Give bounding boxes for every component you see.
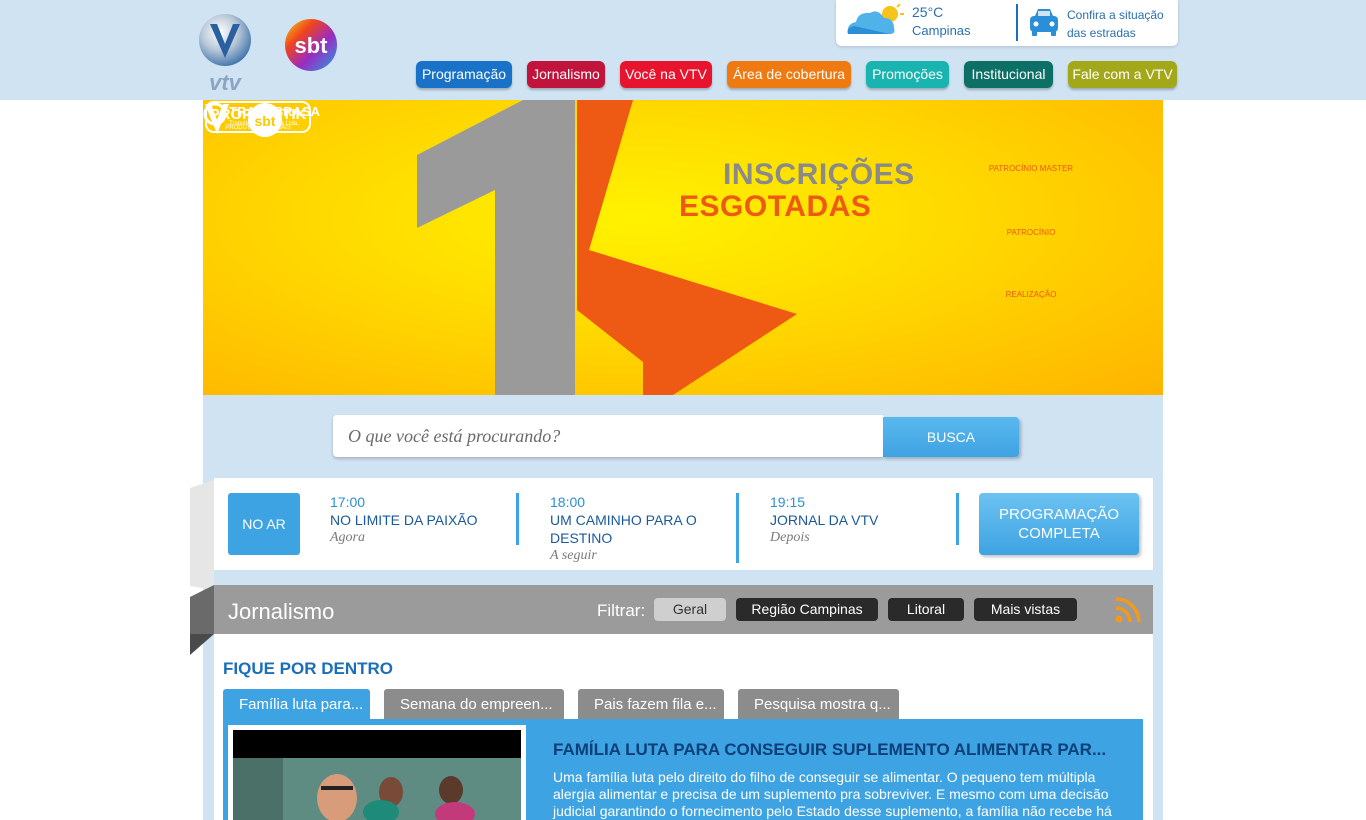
filter-geral[interactable]: Geral (654, 598, 726, 621)
filter-label: Filtrar: (597, 601, 646, 620)
road-status-line2: das estradas (1067, 26, 1136, 40)
nav-jornalismo[interactable]: Jornalismo (527, 61, 605, 88)
video-thumbnail[interactable] (233, 730, 521, 820)
partly-cloudy-icon (847, 4, 904, 35)
rss-icon[interactable] (1114, 596, 1142, 624)
road-status-line1: Confira a situação (1067, 8, 1164, 22)
feature-title[interactable]: FAMÍLIA LUTA PARA CONSEGUIR SUPLEMENTO A… (553, 740, 1106, 760)
schedule-item[interactable]: 18:00 UM CAMINHO PARA O DESTINO A seguir (550, 493, 740, 565)
news-section-title: Jornalismo (228, 599, 335, 624)
weather-temp: 25°C (912, 4, 944, 20)
feature-description: Uma família luta pelo direito do filho d… (553, 769, 1112, 819)
nav-institucional[interactable]: Institucional (964, 61, 1053, 88)
filter-regiao-campinas[interactable]: Região Campinas (736, 598, 878, 621)
sponsor-label: PATROCÍNIO (1006, 228, 1056, 237)
on-air-badge: NO AR (228, 493, 300, 555)
schedule-item[interactable]: 19:15 JORNAL DA VTV Depois (770, 493, 960, 547)
car-icon (1030, 9, 1058, 36)
show-time: 17:00 (330, 494, 366, 510)
weather-widget[interactable]: 25°C Campinas Confira a situação das est… (836, 0, 1178, 46)
ribbon-fold (190, 585, 214, 655)
nav-area-de-cobertura[interactable]: Área de cobertura (727, 61, 851, 88)
banner-graphic (417, 100, 797, 395)
svg-text:vtv: vtv (209, 70, 243, 94)
nav-voce-na-vtv[interactable]: Você na VTV (620, 61, 712, 88)
weather-city: Campinas (912, 23, 971, 38)
divider (516, 493, 519, 545)
filter-mais-vistas[interactable]: Mais vistas (974, 598, 1077, 621)
video-still (233, 730, 521, 820)
full-schedule-button[interactable]: PROGRAMAÇÃO COMPLETA (979, 493, 1139, 555)
full-schedule-label-line1: PROGRAMAÇÃO (998, 506, 1119, 523)
promo-banner[interactable]: INSCRIÇÕES ESGOTADAS PATROCÍNIO MASTER T… (203, 100, 1163, 395)
nav-fale-com-a-vtv[interactable]: Fale com a VTV (1068, 61, 1177, 88)
show-name: NO LIMITE DA PAIXÃO (330, 512, 478, 528)
filter-litoral[interactable]: Litoral (888, 598, 964, 621)
news-tab[interactable]: Pesquisa mostra q... (738, 689, 899, 719)
show-time: 19:15 (770, 494, 806, 510)
banner-title-line2: ESGOTADAS (679, 190, 872, 223)
banner-title-line1: INSCRIÇÕES (723, 158, 915, 191)
vtv-sbt-logos: sbt (205, 103, 282, 137)
show-name: UM CAMINHO PARA O DESTINO (550, 512, 697, 546)
divider (956, 493, 959, 545)
news-subsection-title: FIQUE POR DENTRO (223, 659, 394, 678)
road-status-link[interactable]: Confira a situação das estradas (1067, 6, 1177, 42)
svg-text:sbt: sbt (295, 33, 329, 58)
show-when: Agora (330, 530, 365, 545)
full-schedule-label-line2: COMPLETA (1018, 525, 1100, 542)
show-when: Depois (770, 530, 810, 545)
ribbon-fold (190, 480, 214, 590)
search-input[interactable] (333, 415, 885, 457)
show-time: 18:00 (550, 494, 586, 510)
sbt-logo[interactable]: sbt (284, 18, 338, 72)
divider (736, 493, 739, 563)
nav-promocoes[interactable]: Promoções (866, 61, 949, 88)
realizacao-label: REALIZAÇÃO (1005, 290, 1057, 299)
divider (1016, 4, 1018, 41)
news-tab[interactable]: Família luta para... (223, 689, 370, 719)
sponsor-master-label: PATROCÍNIO MASTER (988, 164, 1074, 173)
show-name: JORNAL DA VTV (770, 512, 879, 528)
vtv-logo[interactable]: vtv (196, 12, 254, 94)
news-tab[interactable]: Pais fazem fila e... (578, 689, 724, 719)
schedule-item[interactable]: 17:00 NO LIMITE DA PAIXÃO Agora (330, 493, 520, 547)
nav-programacao[interactable]: Programação (416, 61, 512, 88)
search-button[interactable]: BUSCA (883, 417, 1019, 457)
svg-text:sbt: sbt (255, 113, 276, 129)
show-when: A seguir (550, 548, 597, 563)
news-tab[interactable]: Semana do empreen... (384, 689, 564, 719)
